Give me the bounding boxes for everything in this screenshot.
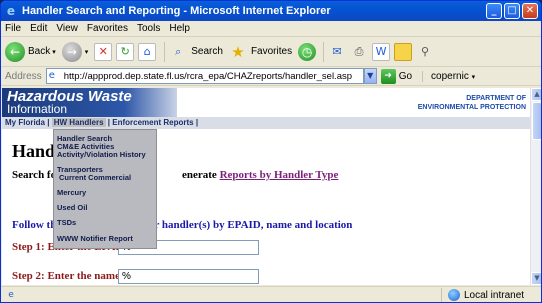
address-label: Address <box>5 70 42 82</box>
nav-enforcement-reports[interactable]: Enforcement Reports <box>112 118 193 127</box>
globe-icon <box>448 289 460 301</box>
mail-icon[interactable]: ✉ <box>328 43 346 61</box>
folder-icon[interactable] <box>394 42 413 61</box>
menu-bar: File Edit View Favorites Tools Help <box>1 21 541 37</box>
menu-item-current-commercial[interactable]: Current Commercial <box>59 174 131 182</box>
scroll-thumb[interactable] <box>532 102 541 140</box>
home-icon[interactable]: ⌂ <box>138 42 157 61</box>
search-icon: ⌕ <box>175 44 182 58</box>
back-button[interactable]: ← Back ▾ <box>5 41 56 62</box>
search-button[interactable]: ⌕ Search <box>169 43 223 61</box>
copernic-label: copernic <box>431 70 469 82</box>
history-icon[interactable]: ◷ <box>298 42 317 61</box>
intro-prefix: enerate <box>182 169 217 181</box>
follow-right: or handler(s) by EPAID, name and locatio… <box>149 219 353 231</box>
name-input[interactable]: % <box>118 269 259 284</box>
title-bar: e Handler Search and Reporting - Microso… <box>1 1 541 21</box>
back-dropdown-icon[interactable]: ▾ <box>52 48 56 56</box>
star-icon: ★ <box>231 42 245 61</box>
go-button[interactable]: ➜ Go <box>380 68 413 84</box>
site-nav: My Florida | HW Handlers | Enforcement R… <box>2 117 530 129</box>
menu-edit[interactable]: Edit <box>30 23 47 34</box>
page-icon: e <box>8 290 14 300</box>
menu-help[interactable]: Help <box>169 23 190 34</box>
address-bar: Address e http://appprod.dep.state.fl.us… <box>1 67 541 86</box>
menu-file[interactable]: File <box>5 23 21 34</box>
menu-item-www-notifier-report[interactable]: WWW Notifier Report <box>57 235 133 243</box>
favorites-button[interactable]: ★ Favorites <box>229 43 292 61</box>
ie-icon: e <box>6 4 16 18</box>
close-button[interactable]: ✕ <box>522 3 538 19</box>
back-label: Back <box>28 46 51 57</box>
menu-view[interactable]: View <box>56 23 78 34</box>
forward-button[interactable]: → ▾ <box>61 41 89 62</box>
security-zone: Local intranet <box>441 287 525 302</box>
copernic-dropdown-icon[interactable]: ▾ <box>472 74 476 81</box>
nav-separator: | <box>107 118 111 127</box>
go-arrow-icon: ➜ <box>380 68 396 84</box>
vertical-scrollbar[interactable]: ▲ ▼ <box>530 88 541 285</box>
step2-label: Step 2: Enter the name : <box>12 270 127 282</box>
address-input[interactable]: e http://appprod.dep.state.fl.us/rcra_ep… <box>45 68 364 84</box>
menu-tools[interactable]: Tools <box>137 23 160 34</box>
hw-handlers-menu: Handler Search CM&E Activities Activity/… <box>53 129 157 249</box>
maximize-button[interactable]: □ <box>504 3 520 19</box>
address-url: http://appprod.dep.state.fl.us/rcra_epa/… <box>63 70 353 82</box>
dep-logo-text: DEPARTMENT OF ENVIRONMENTAL PROTECTION <box>396 94 526 112</box>
menu-item-activity-violation-history[interactable]: Activity/Violation History <box>57 151 146 159</box>
menu-item-used-oil[interactable]: Used Oil <box>57 204 87 212</box>
nav-my-florida[interactable]: My Florida <box>5 118 45 127</box>
browser-window: e Handler Search and Reporting - Microso… <box>0 0 542 303</box>
scroll-up-icon[interactable]: ▲ <box>531 88 541 101</box>
toolbar-separator <box>164 41 166 62</box>
menu-favorites[interactable]: Favorites <box>87 23 128 34</box>
status-left: e <box>1 289 441 301</box>
search-label: Search <box>191 46 223 57</box>
copernic-toolbar[interactable]: copernic ▾ <box>422 70 476 82</box>
intro-text-left: Search fo <box>12 169 57 181</box>
refresh-icon[interactable]: ↻ <box>116 42 135 61</box>
nav-hw-handlers[interactable]: HW Handlers <box>51 118 106 127</box>
scroll-down-icon[interactable]: ▼ <box>531 272 541 285</box>
nav-separator: | <box>195 118 199 127</box>
back-arrow-icon: ← <box>5 41 25 62</box>
reports-by-handler-type-link[interactable]: Reports by Handler Type <box>220 169 339 181</box>
forward-arrow-icon: → <box>61 41 82 62</box>
go-label: Go <box>398 70 413 82</box>
nav-separator: | <box>47 118 50 127</box>
page-icon: e <box>48 70 55 81</box>
menu-item-mercury[interactable]: Mercury <box>57 189 86 197</box>
zone-label: Local intranet <box>464 289 525 301</box>
dept-line-1: DEPARTMENT OF <box>466 95 526 102</box>
address-dropdown-icon[interactable]: ▼ <box>363 68 377 84</box>
minimize-button[interactable]: _ <box>486 3 502 19</box>
print-icon[interactable]: ⎙ <box>350 43 368 61</box>
site-banner: Hazardous Waste Information DEPARTMENT O… <box>2 88 530 118</box>
menu-item-tsds[interactable]: TSDs <box>57 219 76 227</box>
stop-icon[interactable]: ✕ <box>94 42 113 61</box>
window-title: Handler Search and Reporting - Microsoft… <box>22 5 331 17</box>
dept-line-2: ENVIRONMENTAL PROTECTION <box>417 104 526 111</box>
toolbar-separator <box>323 41 325 62</box>
page-content: Hazardous Waste Information DEPARTMENT O… <box>2 88 530 285</box>
intro-text-right: enerate Reports by Handler Type <box>182 169 338 181</box>
banner-subtitle: Information <box>7 102 68 116</box>
research-icon[interactable]: ⚲ <box>416 43 434 61</box>
forward-dropdown-icon[interactable]: ▾ <box>85 48 89 56</box>
toolbar: ← Back ▾ → ▾ ✕ ↻ ⌂ ⌕ Search ★ Favorites … <box>1 37 541 67</box>
favorites-label: Favorites <box>250 46 293 57</box>
status-bar: e Local intranet <box>1 286 541 302</box>
edit-icon[interactable]: W <box>372 42 391 61</box>
